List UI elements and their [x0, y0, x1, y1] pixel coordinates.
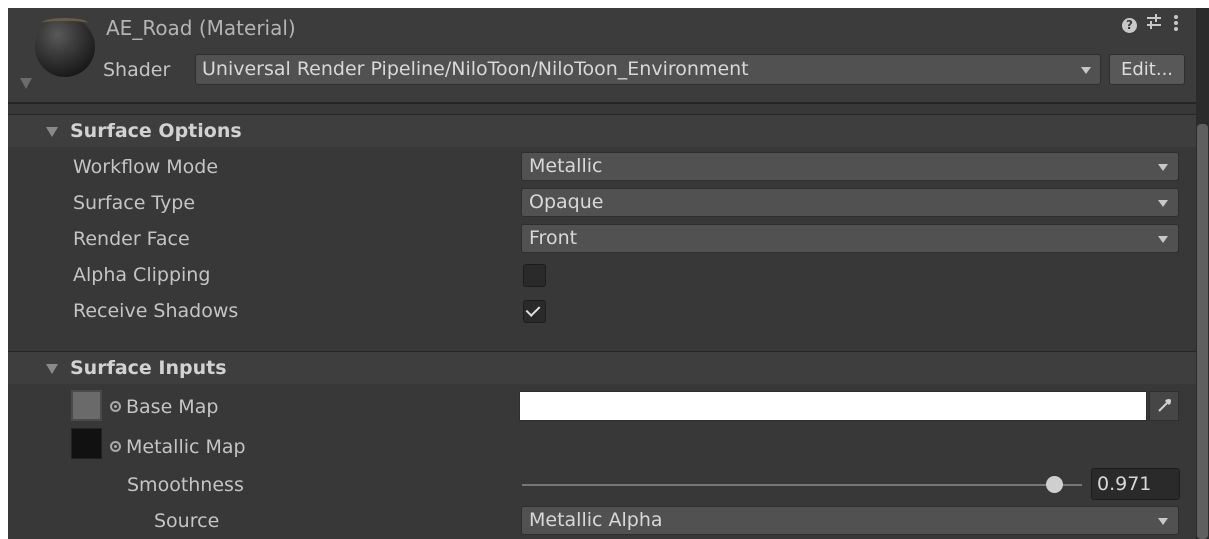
dropdown-value: Metallic Alpha [529, 509, 663, 531]
base-map-color-field[interactable] [519, 391, 1147, 421]
texture-picker-icon[interactable] [110, 401, 121, 412]
foldout-triangle-icon [46, 364, 58, 374]
chevron-down-icon [1158, 164, 1168, 171]
material-inspector: AE_Road (Material) Shader Universal Rend… [8, 8, 1209, 539]
foldout-triangle-icon [46, 127, 58, 137]
chevron-down-icon [1158, 236, 1168, 243]
metallic-map-texture-slot[interactable] [71, 428, 102, 459]
help-icon[interactable]: ? [1122, 18, 1137, 33]
material-title: AE_Road (Material) [106, 16, 296, 40]
eyedropper-button[interactable] [1149, 391, 1179, 421]
more-icon[interactable] [1173, 14, 1179, 36]
material-preview-rim [42, 18, 88, 28]
section-title: Surface Options [70, 120, 242, 142]
preset-icon[interactable] [1145, 13, 1163, 35]
render-face-label: Render Face [73, 228, 190, 250]
shader-value: Universal Render Pipeline/NiloToon/NiloT… [202, 58, 749, 80]
checkmark-icon [525, 302, 541, 317]
scrollbar-thumb[interactable] [1197, 124, 1208, 539]
smoothness-slider-track[interactable] [522, 484, 1082, 486]
shader-dropdown[interactable]: Universal Render Pipeline/NiloToon/NiloT… [195, 54, 1101, 85]
surface-inputs-header[interactable]: Surface Inputs [8, 352, 1196, 384]
section-title: Surface Inputs [70, 357, 227, 379]
receive-shadows-label: Receive Shadows [73, 300, 239, 322]
edit-shader-button[interactable]: Edit... [1109, 54, 1185, 85]
material-header: AE_Road (Material) Shader Universal Rend… [8, 8, 1196, 102]
surface-type-label: Surface Type [73, 192, 196, 214]
smoothness-slider-knob[interactable] [1046, 476, 1063, 493]
base-map-row: Base Map [110, 396, 218, 418]
smoothness-label: Smoothness [127, 474, 244, 496]
source-label: Source [154, 510, 220, 532]
base-map-texture-slot[interactable] [71, 390, 102, 421]
smoothness-value-field[interactable]: 0.971 [1091, 468, 1180, 500]
render-face-dropdown[interactable]: Front [521, 224, 1179, 253]
shader-label: Shader [103, 59, 171, 81]
eyedropper-icon [1158, 398, 1172, 412]
alpha-clipping-label: Alpha Clipping [73, 264, 211, 286]
surface-type-dropdown[interactable]: Opaque [521, 188, 1179, 217]
source-dropdown[interactable]: Metallic Alpha [521, 506, 1179, 535]
chevron-down-icon [1158, 200, 1168, 207]
chevron-down-icon [1158, 518, 1168, 525]
workflow-mode-dropdown[interactable]: Metallic [521, 152, 1179, 181]
alpha-clipping-checkbox[interactable] [523, 264, 546, 287]
texture-picker-icon[interactable] [110, 441, 121, 452]
header-foldout-icon[interactable] [20, 78, 32, 89]
receive-shadows-checkbox[interactable] [523, 300, 546, 323]
metallic-map-row: Metallic Map [110, 436, 246, 458]
chevron-down-icon [1081, 67, 1091, 74]
header-separator [8, 102, 1196, 104]
dropdown-value: Metallic [529, 155, 603, 177]
dropdown-value: Front [529, 227, 578, 249]
base-map-label: Base Map [126, 396, 219, 418]
surface-options-header[interactable]: Surface Options [8, 115, 1196, 147]
dropdown-value: Opaque [529, 191, 604, 213]
smoothness-value: 0.971 [1097, 473, 1152, 495]
workflow-mode-label: Workflow Mode [73, 156, 219, 178]
metallic-map-label: Metallic Map [126, 436, 246, 458]
